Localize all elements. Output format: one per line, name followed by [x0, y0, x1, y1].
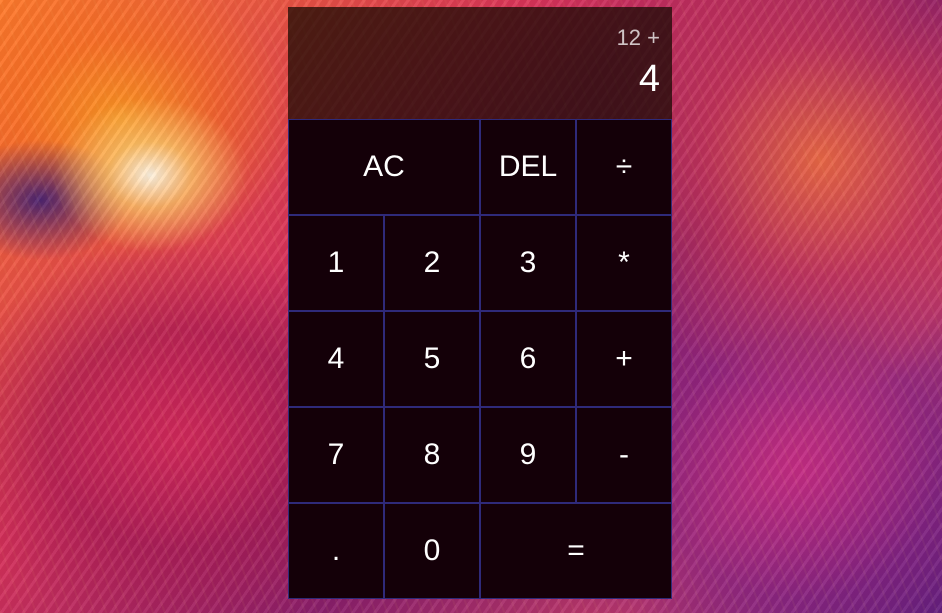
digit-3-button[interactable]: 3: [480, 215, 576, 311]
previous-operand: 12 +: [616, 24, 660, 50]
decimal-point-button[interactable]: .: [288, 503, 384, 599]
add-button[interactable]: +: [576, 311, 672, 407]
digit-6-button[interactable]: 6: [480, 311, 576, 407]
digit-9-button[interactable]: 9: [480, 407, 576, 503]
calculator-grid: 12 + 4 AC DEL ÷ 1 2 3 * 4 5 6 + 7 8 9 - …: [288, 7, 672, 599]
digit-8-button[interactable]: 8: [384, 407, 480, 503]
calculator-display: 12 + 4: [288, 7, 672, 119]
digit-4-button[interactable]: 4: [288, 311, 384, 407]
all-clear-button[interactable]: AC: [288, 119, 480, 215]
equals-button[interactable]: =: [480, 503, 672, 599]
digit-0-button[interactable]: 0: [384, 503, 480, 599]
digit-7-button[interactable]: 7: [288, 407, 384, 503]
digit-1-button[interactable]: 1: [288, 215, 384, 311]
digit-5-button[interactable]: 5: [384, 311, 480, 407]
subtract-button[interactable]: -: [576, 407, 672, 503]
current-operand: 4: [638, 58, 660, 101]
divide-button[interactable]: ÷: [576, 119, 672, 215]
multiply-button[interactable]: *: [576, 215, 672, 311]
delete-button[interactable]: DEL: [480, 119, 576, 215]
digit-2-button[interactable]: 2: [384, 215, 480, 311]
